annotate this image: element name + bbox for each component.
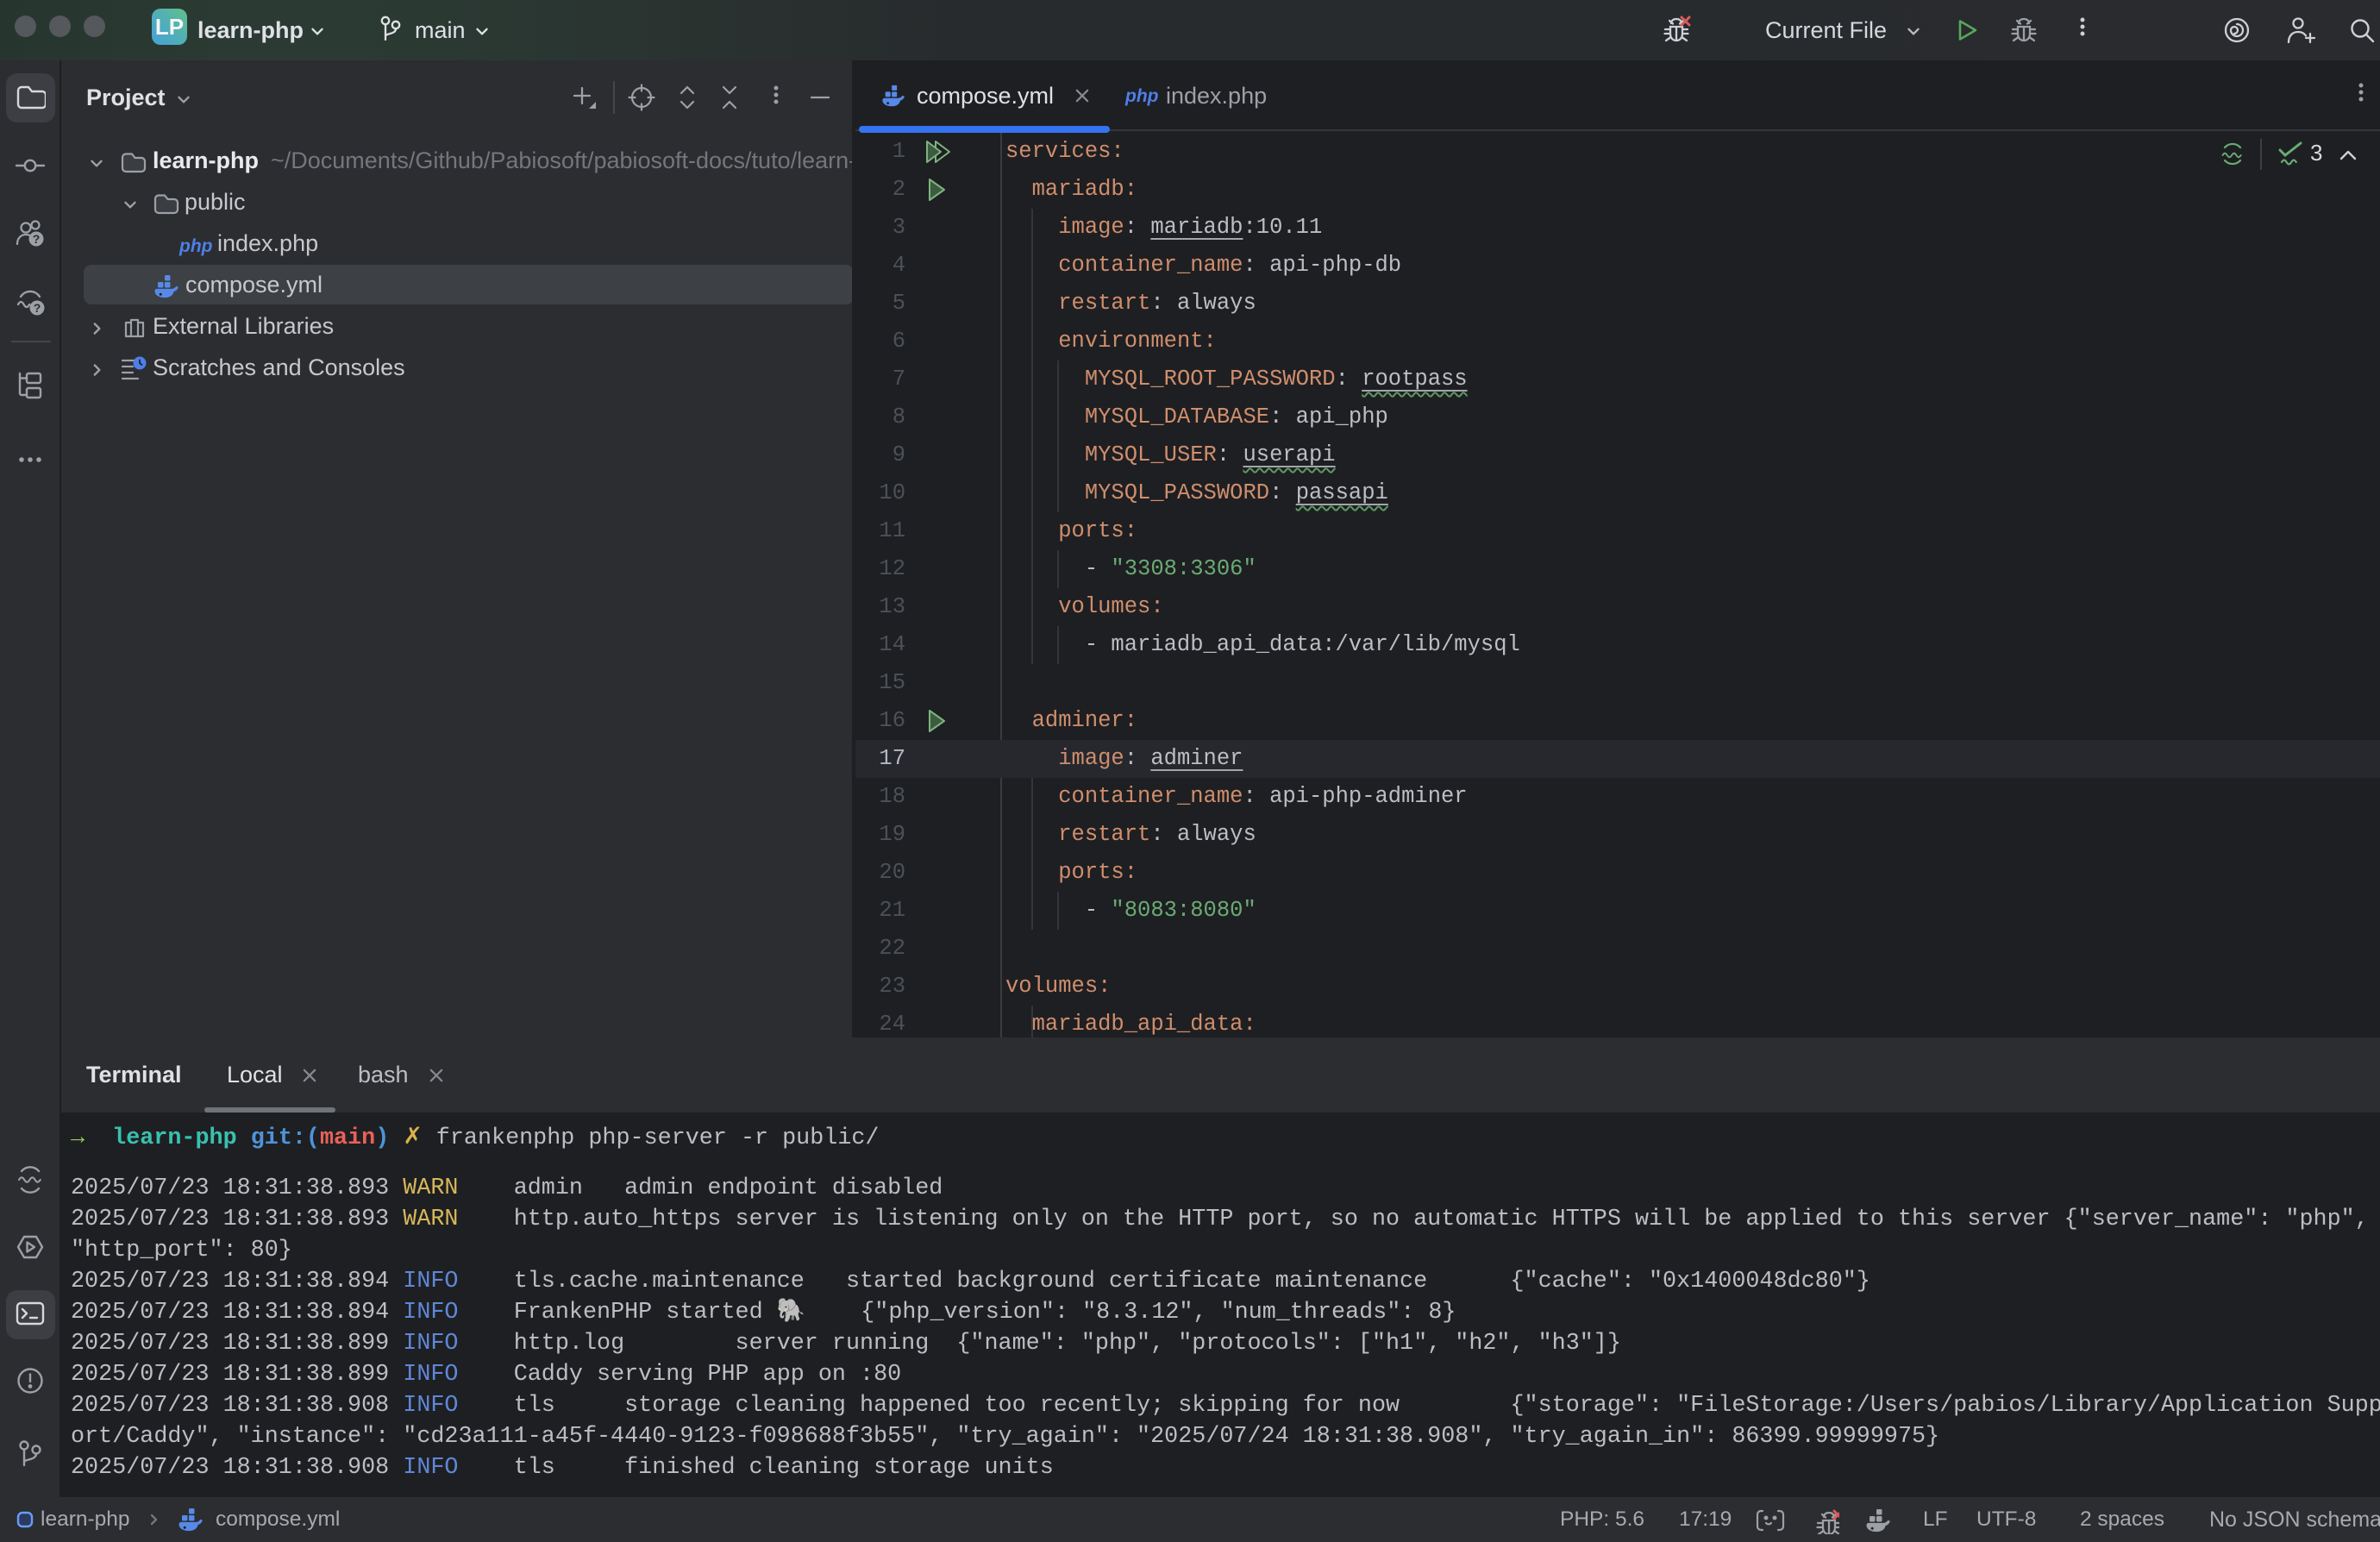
svg-text:?: ? bbox=[33, 232, 41, 246]
svg-text:?: ? bbox=[34, 301, 41, 315]
